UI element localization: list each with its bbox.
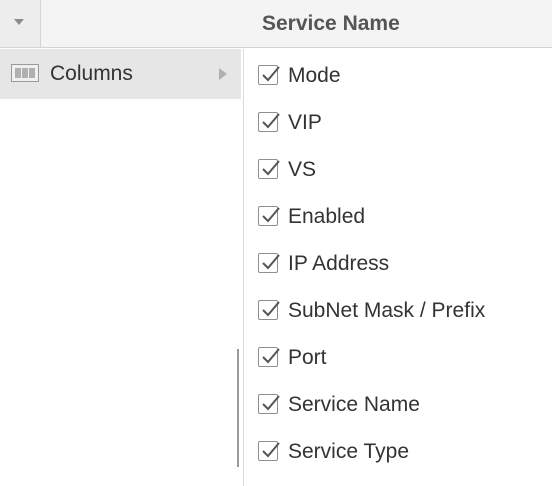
column-toggle-vs[interactable]: VS — [244, 146, 552, 193]
column-toggle-label: VIP — [288, 111, 322, 134]
menu-item-columns[interactable]: Columns — [0, 49, 241, 99]
grid-header: Service Name — [0, 0, 552, 48]
chevron-right-icon — [219, 68, 227, 80]
column-menu: Columns — [0, 49, 241, 486]
column-toggle-service-type[interactable]: Service Type — [244, 428, 552, 475]
column-toggle-label: SubNet Mask / Prefix — [288, 299, 486, 322]
column-toggle-label: Service Name — [288, 393, 420, 416]
column-toggle-mode[interactable]: Mode — [244, 52, 552, 99]
column-menu-trigger[interactable] — [0, 0, 41, 47]
checkbox[interactable] — [258, 300, 280, 320]
checkmark-icon — [262, 66, 280, 82]
checkbox[interactable] — [258, 253, 280, 273]
checkbox[interactable] — [258, 206, 280, 226]
columns-icon — [11, 64, 39, 82]
checkbox[interactable] — [258, 65, 280, 85]
column-toggle-label: IP Address — [288, 252, 390, 275]
checkmark-icon — [262, 254, 280, 270]
checkmark-icon — [262, 348, 280, 364]
column-toggle-label: Port — [288, 346, 327, 369]
checkmark-icon — [262, 160, 280, 176]
column-toggle-label: Service Type — [288, 440, 410, 463]
checkmark-icon — [262, 395, 280, 411]
divider — [237, 349, 239, 467]
dropdown-triangle-icon — [14, 19, 24, 25]
checkmark-icon — [262, 301, 280, 317]
checkbox[interactable] — [258, 441, 280, 461]
column-toggle-vip[interactable]: VIP — [244, 99, 552, 146]
column-header-service-name[interactable]: Service Name — [262, 0, 400, 47]
column-toggle-label: VS — [288, 158, 317, 181]
column-toggle-ip-address[interactable]: IP Address — [244, 240, 552, 287]
column-toggle-subnet-mask-prefix[interactable]: SubNet Mask / Prefix — [244, 287, 552, 334]
column-toggle-label: Mode — [288, 64, 341, 87]
column-toggle-service-name[interactable]: Service Name — [244, 381, 552, 428]
menu-item-columns-label: Columns — [50, 62, 133, 85]
column-toggle-enabled[interactable]: Enabled — [244, 193, 552, 240]
checkbox[interactable] — [258, 347, 280, 367]
checkbox[interactable] — [258, 159, 280, 179]
column-toggle-label: Enabled — [288, 205, 366, 228]
column-toggle-port[interactable]: Port — [244, 334, 552, 381]
checkmark-icon — [262, 442, 280, 458]
checkbox[interactable] — [258, 112, 280, 132]
checkbox[interactable] — [258, 394, 280, 414]
checkmark-icon — [262, 207, 280, 223]
checkmark-icon — [262, 113, 280, 129]
columns-submenu: Mode VIP VS Enabled IP Address SubNet Ma… — [243, 49, 552, 486]
